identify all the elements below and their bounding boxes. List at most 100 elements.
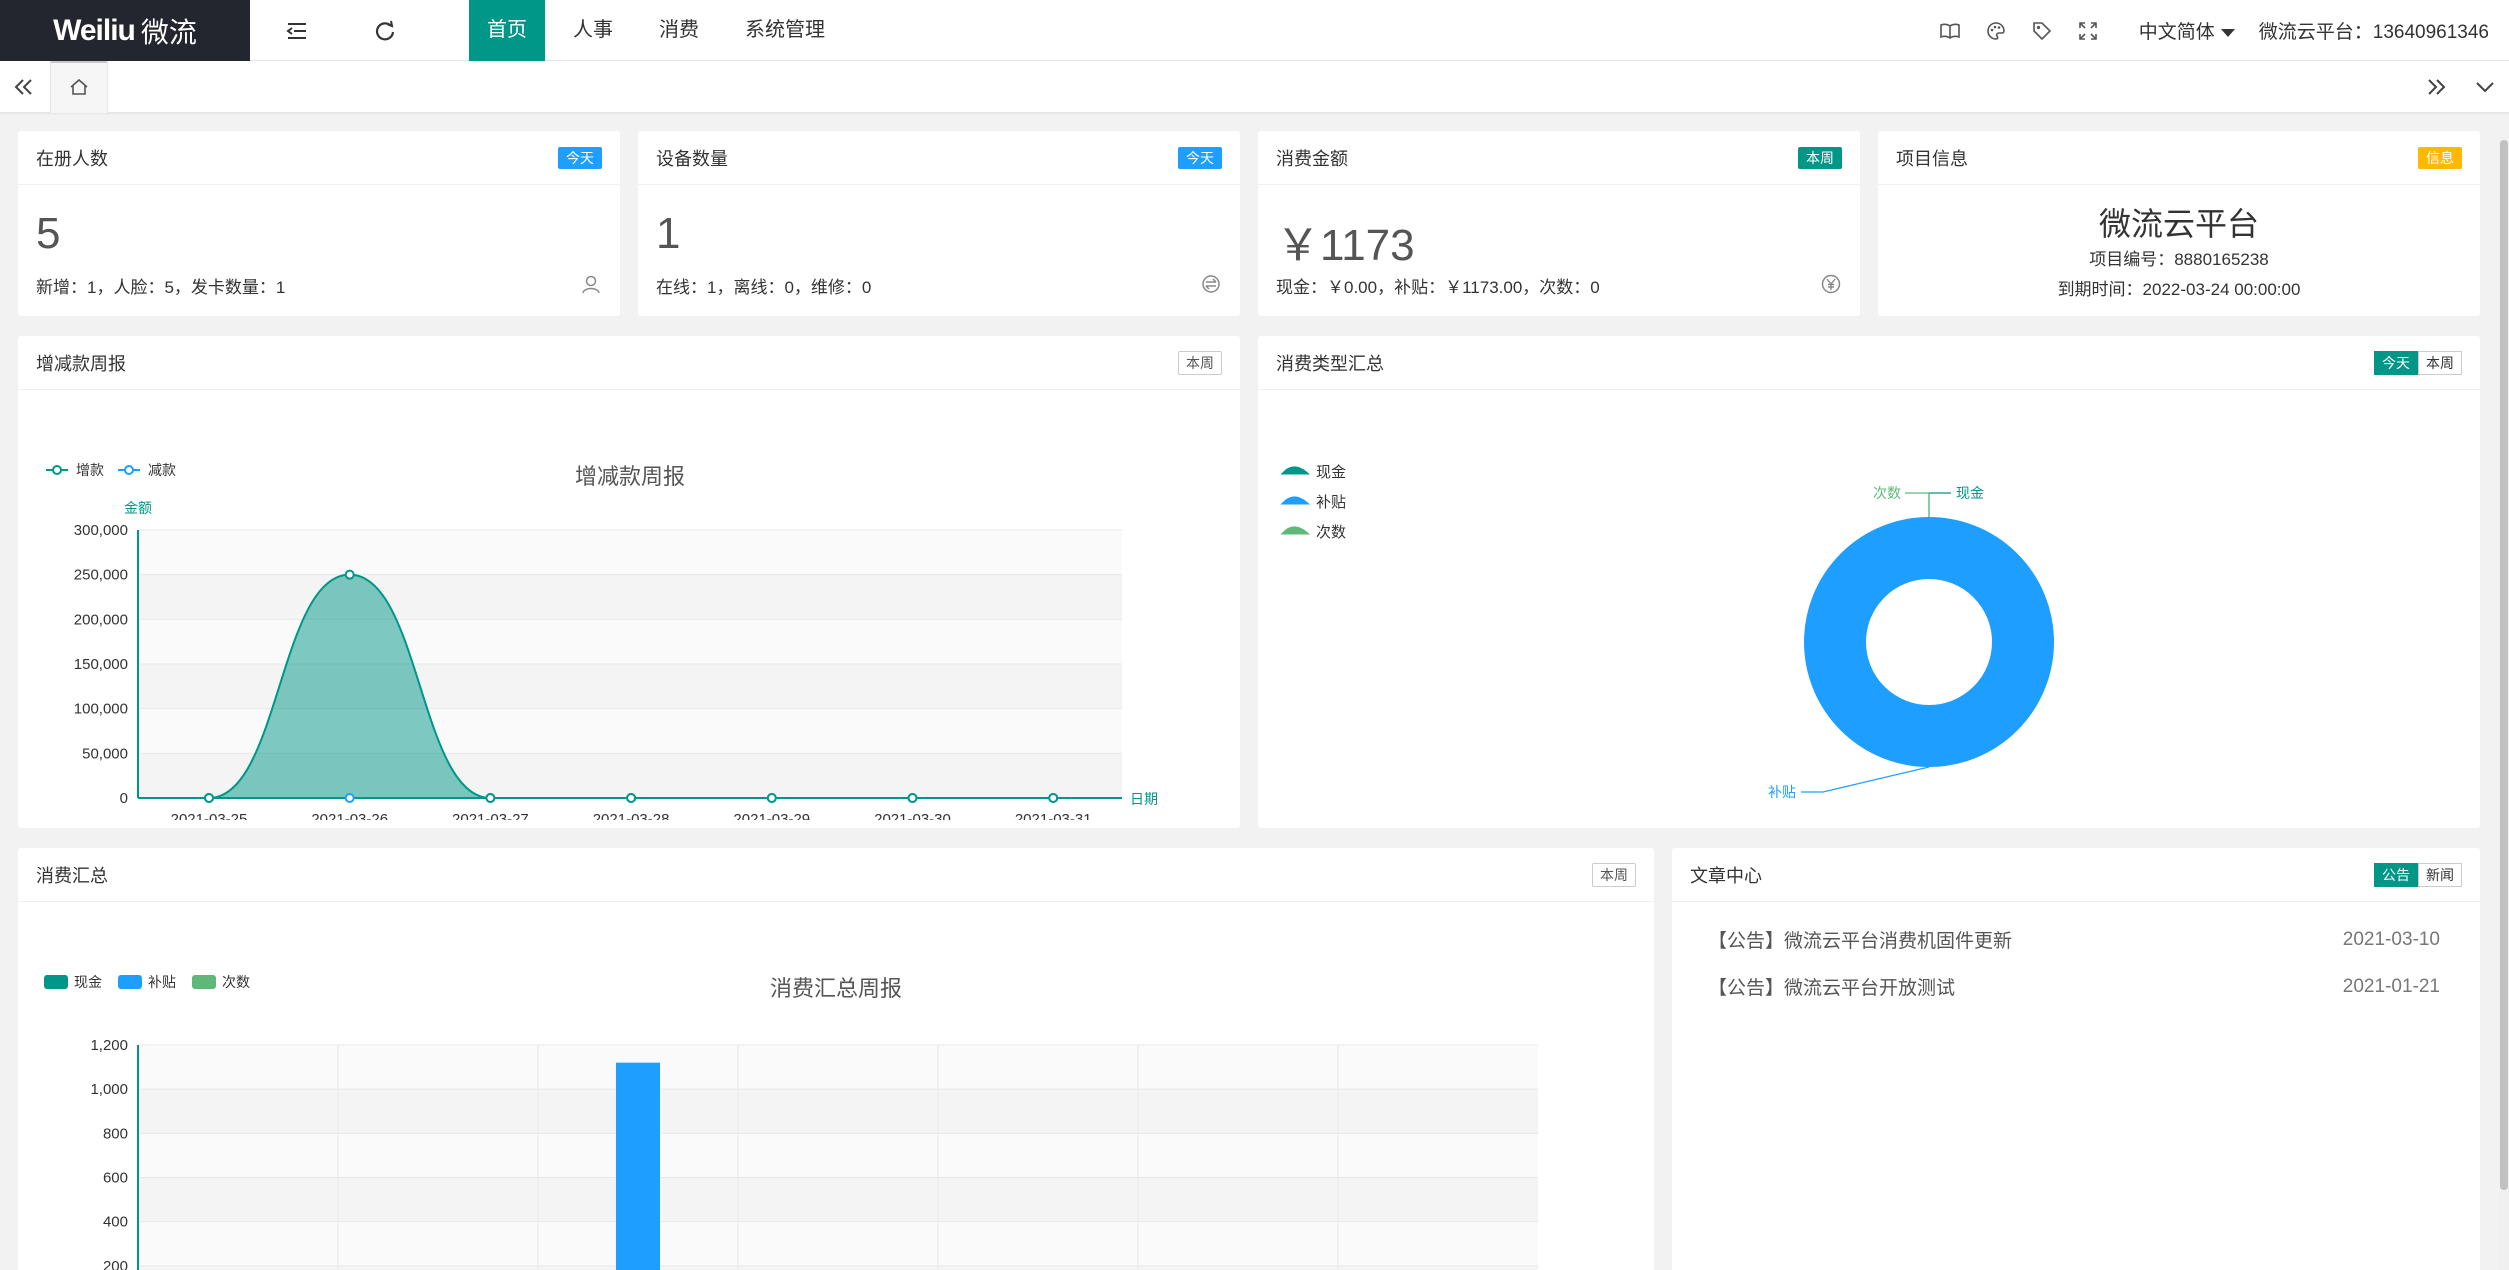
grid-band xyxy=(138,530,1122,575)
x-tick-label: 2021-03-25 xyxy=(171,811,248,820)
card-title: 增减款周报 xyxy=(36,353,126,374)
card-header: 文章中心 公告 新闻 xyxy=(1672,848,2480,902)
data-point-increase xyxy=(344,569,355,580)
user-account[interactable]: 微流云平台：13640961346 xyxy=(2259,17,2489,44)
period-badge: 今天 xyxy=(1178,146,1222,169)
logo[interactable]: Weiliu 微流 xyxy=(0,0,250,61)
grid-band xyxy=(138,1177,1538,1222)
nav-hr[interactable]: 人事 xyxy=(555,0,631,61)
tab-scroll-left-icon[interactable] xyxy=(0,61,48,113)
legend-swatch xyxy=(1280,496,1311,505)
tab-home[interactable] xyxy=(50,61,108,113)
y-tick-label: 200,000 xyxy=(74,611,128,628)
project-code: 项目编号：8880165238 xyxy=(2089,250,2269,269)
tab-notice[interactable]: 公告 xyxy=(2374,862,2418,887)
x-tick-label: 2021-03-28 xyxy=(593,811,670,820)
period-tag[interactable]: 本周 xyxy=(1178,350,1222,375)
period-tag[interactable]: 本周 xyxy=(1592,862,1636,887)
card-title: 在册人数 xyxy=(36,148,108,169)
palette-icon[interactable] xyxy=(1985,20,2007,42)
devices-count: 1 xyxy=(656,209,681,258)
devices-detail: 在线：1，离线：0，维修：0 xyxy=(656,278,872,297)
y-tick-label: 400 xyxy=(103,1214,128,1231)
article-center-card: 文章中心 公告 新闻 【公告】微流云平台消费机固件更新 2021-03-10 【… xyxy=(1672,848,2480,1270)
article-title[interactable]: 【公告】微流云平台开放测试 xyxy=(1708,973,1955,1000)
grid-band xyxy=(138,1133,1538,1178)
stat-card-devices: 设备数量 今天 1 在线：1，离线：0，维修：0 xyxy=(638,131,1240,316)
y-tick-label: 600 xyxy=(103,1170,128,1187)
scrollbar-thumb[interactable] xyxy=(2500,140,2508,1190)
card-title: 消费汇总 xyxy=(36,865,108,886)
nav-home[interactable]: 首页 xyxy=(469,0,545,61)
y-tick-label: 300,000 xyxy=(74,522,128,539)
tag-icon[interactable] xyxy=(2031,20,2053,42)
y-tick-label: 250,000 xyxy=(74,567,128,584)
y-tick-label: 50,000 xyxy=(82,745,128,762)
nav-system[interactable]: 系统管理 xyxy=(727,0,843,61)
tab-news[interactable]: 新闻 xyxy=(2418,862,2462,887)
menu-collapse-icon[interactable] xyxy=(282,16,312,46)
members-count: 5 xyxy=(36,209,61,258)
card-header: 项目信息 信息 xyxy=(1878,131,2480,185)
grid-band xyxy=(138,1089,1538,1134)
tab-scroll-right-icon[interactable] xyxy=(2412,61,2460,113)
legend-swatch xyxy=(192,975,216,989)
bar xyxy=(616,1062,660,1270)
legend-swatch xyxy=(118,975,142,989)
chart-title: 消费汇总周报 xyxy=(770,976,902,1001)
consumption-amount: ￥1173 xyxy=(1276,221,1415,270)
label-line-cash xyxy=(1928,492,1951,517)
card-title: 设备数量 xyxy=(656,148,728,169)
consume-summary-bar-chart: 现金补贴次数消费汇总周报1,2001,0008006004002000 xyxy=(44,974,1538,1270)
fullscreen-icon[interactable] xyxy=(2077,20,2099,42)
data-point-increase xyxy=(907,793,918,803)
data-point-increase xyxy=(766,793,777,803)
legend-label: 现金 xyxy=(1316,464,1346,481)
legend-marker xyxy=(52,465,62,475)
article-date: 2021-01-21 xyxy=(2342,975,2440,997)
legend-label: 次数 xyxy=(1316,524,1346,541)
nav-consume[interactable]: 消费 xyxy=(641,0,717,61)
article-item[interactable]: 【公告】微流云平台消费机固件更新 2021-03-10 xyxy=(1672,916,2480,963)
legend-label: 现金 xyxy=(74,974,102,990)
article-list: 【公告】微流云平台消费机固件更新 2021-03-10 【公告】微流云平台开放测… xyxy=(1672,902,2480,1010)
legend-label: 减款 xyxy=(148,462,176,478)
legend-label: 补贴 xyxy=(1316,494,1346,511)
article-date: 2021-03-10 xyxy=(2342,928,2440,950)
language-select[interactable]: 中文简体 xyxy=(2139,17,2235,44)
project-info-card: 项目信息 信息 微流云平台 项目编号：8880165238 到期时间：2022-… xyxy=(1878,131,2480,316)
x-tick-label: 2021-03-27 xyxy=(452,811,529,820)
yen-icon xyxy=(1820,273,1842,295)
article-title[interactable]: 【公告】微流云平台消费机固件更新 xyxy=(1708,926,2012,953)
grid-band xyxy=(138,1265,1538,1270)
period-tab-group: 今天 本周 xyxy=(2374,350,2462,375)
card-header: 消费汇总 本周 xyxy=(18,848,1654,902)
y-tick-label: 1,200 xyxy=(90,1037,128,1054)
grid-band xyxy=(138,1221,1538,1266)
article-item[interactable]: 【公告】微流云平台开放测试 2021-01-21 xyxy=(1672,963,2480,1010)
grid-band xyxy=(138,619,1122,664)
period-badge: 今天 xyxy=(558,146,602,169)
language-label: 中文简体 xyxy=(2138,22,2215,43)
user-icon xyxy=(580,273,602,295)
project-name: 微流云平台 xyxy=(2098,206,2259,242)
refresh-icon[interactable] xyxy=(370,16,400,46)
page-scrollbar[interactable] xyxy=(2499,140,2509,1270)
label-line-count xyxy=(1905,492,1930,517)
tab-menu-chevron-down-icon[interactable] xyxy=(2461,61,2509,113)
weekly-area-chart: 增款 减款 增减款周报金额 300,000 250,000 200,000 150,000 1… xyxy=(46,462,1158,828)
home-icon xyxy=(70,78,88,95)
tab-today[interactable]: 今天 xyxy=(2374,350,2418,375)
legend-label: 补贴 xyxy=(148,974,176,990)
card-header: 消费类型汇总 今天 本周 xyxy=(1258,336,2480,390)
chart-title: 增减款周报 xyxy=(575,464,685,489)
y-tick-label: 800 xyxy=(103,1125,128,1142)
x-tick-label: 2021-03-31 xyxy=(1015,811,1092,820)
grid-band xyxy=(138,1045,1538,1090)
reader-icon[interactable] xyxy=(1939,20,1961,42)
tab-week[interactable]: 本周 xyxy=(2418,350,2462,375)
article-tab-group: 公告 新闻 xyxy=(2374,862,2462,887)
legend-label: 增款 xyxy=(76,462,104,478)
period-badge: 本周 xyxy=(1798,146,1842,169)
y-tick-label: 1,000 xyxy=(90,1081,128,1098)
